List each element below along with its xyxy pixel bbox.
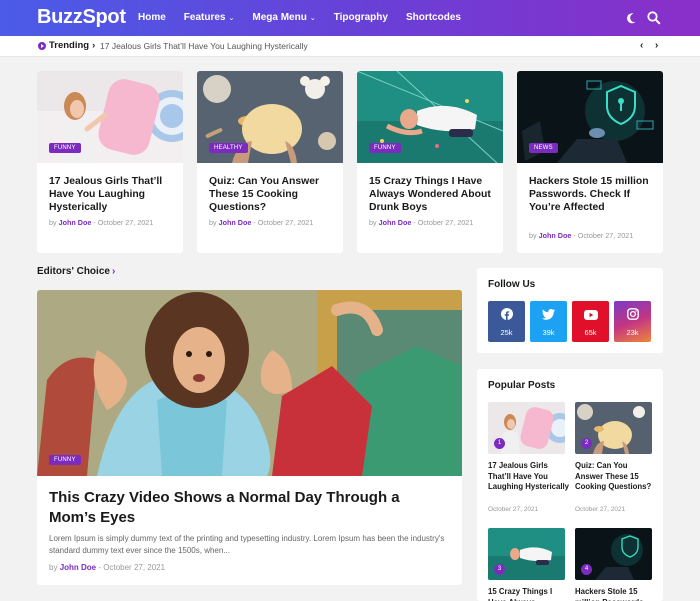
post-thumbnail[interactable]: FUNNY bbox=[37, 71, 183, 163]
post-title[interactable]: 17 Jealous Girls That’ll Have You Laughi… bbox=[49, 175, 175, 214]
nav-label: Tipography bbox=[333, 12, 388, 23]
twitter-icon bbox=[530, 307, 567, 325]
nav-label: Features bbox=[183, 12, 226, 23]
popular-post-thumbnail[interactable]: 3 bbox=[488, 528, 565, 580]
nav-home[interactable]: Home bbox=[138, 12, 166, 23]
nav-shortcodes[interactable]: Shortcodes bbox=[406, 12, 461, 23]
post-author[interactable]: John Doe bbox=[219, 218, 252, 227]
nav-tipography[interactable]: Tipography bbox=[334, 12, 388, 23]
post-excerpt: Lorem Ipsum is simply dummy text of the … bbox=[49, 534, 445, 555]
post-date: - October 27, 2021 bbox=[93, 218, 154, 227]
category-tag[interactable]: NEWS bbox=[529, 143, 558, 153]
popular-posts-widget: Popular Posts 1 17 Jealous Girls That’ll… bbox=[477, 369, 663, 601]
post-author[interactable]: John Doe bbox=[59, 218, 92, 227]
popular-post-thumbnail[interactable]: 1 bbox=[488, 402, 565, 454]
featured-post-card: NEWS Hackers Stole 15 million Passwords.… bbox=[517, 71, 663, 253]
rank-badge: 4 bbox=[581, 564, 592, 575]
widget-title: Popular Posts bbox=[488, 380, 556, 391]
youtube-icon bbox=[572, 307, 609, 325]
follower-count: 25k bbox=[500, 328, 513, 337]
nav-label: Shortcodes bbox=[405, 12, 461, 23]
nav-features[interactable]: Features ⌄ bbox=[184, 12, 235, 23]
trending-label: Trending › bbox=[38, 40, 95, 51]
trending-bar: Trending › 17 Jealous Girls That’ll Have… bbox=[0, 36, 700, 57]
instagram-icon bbox=[614, 307, 651, 325]
site-header: BuzzSpot Home Features ⌄ Mega Menu ⌄ Tipog… bbox=[0, 0, 700, 36]
trending-icon bbox=[38, 41, 46, 50]
facebook-icon bbox=[488, 307, 525, 325]
category-tag[interactable]: FUNNY bbox=[49, 455, 81, 465]
post-title[interactable]: Quiz: Can You Answer These 15 Cooking Qu… bbox=[209, 175, 335, 214]
trending-headline[interactable]: 17 Jealous Girls That’ll Have You Laughi… bbox=[100, 41, 308, 51]
post-meta: by John Doe - October 27, 2021 bbox=[49, 218, 153, 227]
category-tag[interactable]: FUNNY bbox=[369, 143, 401, 153]
post-meta: by John Doe - October 27, 2021 bbox=[49, 563, 165, 572]
rank-badge: 1 bbox=[494, 438, 505, 449]
instagram-button[interactable]: 23k bbox=[614, 301, 651, 342]
chevron-down-icon: ⌄ bbox=[309, 14, 316, 22]
youtube-button[interactable]: 65k bbox=[572, 301, 609, 342]
chevron-right-icon: › bbox=[92, 40, 96, 51]
widget-title: Follow Us bbox=[488, 279, 536, 290]
post-title[interactable]: Hackers Stole 15 million Passwords. Chec… bbox=[529, 175, 655, 214]
popular-post-title[interactable]: 17 Jealous Girls That’ll Have You Laughi… bbox=[488, 461, 570, 493]
featured-post-card: HEALTHY Quiz: Can You Answer These 15 Co… bbox=[197, 71, 343, 253]
post-author[interactable]: John Doe bbox=[379, 218, 412, 227]
nav-label: Home bbox=[138, 12, 166, 23]
trending-next-button[interactable]: › bbox=[655, 40, 658, 51]
post-author[interactable]: John Doe bbox=[60, 563, 96, 572]
popular-post-title[interactable]: Quiz: Can You Answer These 15 Cooking Qu… bbox=[575, 461, 657, 493]
featured-post-card: FUNNY 15 Crazy Things I Have Always Wond… bbox=[357, 71, 503, 253]
chevron-down-icon: ⌄ bbox=[228, 14, 235, 22]
post-date: - October 27, 2021 bbox=[573, 231, 634, 240]
editors-choice-card: FUNNY This Crazy Video Shows a Normal Da… bbox=[37, 290, 462, 585]
trending-label-text: Trending bbox=[49, 40, 90, 51]
meta-by: by bbox=[209, 218, 217, 227]
post-title[interactable]: 15 Crazy Things I Have Always Wondered A… bbox=[369, 175, 495, 214]
post-meta: by John Doe - October 27, 2021 bbox=[369, 218, 473, 227]
post-date: - October 27, 2021 bbox=[253, 218, 314, 227]
post-thumbnail[interactable]: NEWS bbox=[517, 71, 663, 163]
twitter-button[interactable]: 39k bbox=[530, 301, 567, 342]
trending-prev-button[interactable]: ‹ bbox=[640, 40, 643, 51]
post-date: - October 27, 2021 bbox=[98, 563, 166, 572]
post-thumbnail[interactable]: FUNNY bbox=[357, 71, 503, 163]
post-meta: by John Doe - October 27, 2021 bbox=[209, 218, 313, 227]
popular-post-title[interactable]: Hackers Stole 15 million Passwords bbox=[575, 587, 657, 601]
meta-by: by bbox=[49, 218, 57, 227]
popular-post-date: October 27, 2021 bbox=[488, 506, 539, 513]
follower-count: 23k bbox=[626, 328, 639, 337]
popular-post-thumbnail[interactable]: 4 bbox=[575, 528, 652, 580]
chevron-right-icon: › bbox=[111, 266, 116, 277]
follower-count: 65k bbox=[584, 328, 597, 337]
meta-by: by bbox=[369, 218, 377, 227]
rank-badge: 3 bbox=[494, 564, 505, 575]
follower-count: 39k bbox=[542, 328, 555, 337]
rank-badge: 2 bbox=[581, 438, 592, 449]
post-date: - October 27, 2021 bbox=[413, 218, 474, 227]
nav-label: Mega Menu bbox=[252, 12, 307, 23]
post-title[interactable]: This Crazy Video Shows a Normal Day Thro… bbox=[49, 488, 449, 528]
meta-by: by bbox=[49, 563, 58, 572]
section-title-text: Editors' Choice bbox=[37, 266, 110, 277]
popular-post-thumbnail[interactable]: 2 bbox=[575, 402, 652, 454]
follow-us-widget: Follow Us 25k 39k 65k 23k bbox=[477, 268, 663, 353]
search-icon[interactable] bbox=[646, 10, 662, 26]
popular-post-title[interactable]: 15 Crazy Things I Have Always Wondered A… bbox=[488, 587, 570, 601]
theme-toggle-icon[interactable] bbox=[623, 10, 639, 26]
facebook-button[interactable]: 25k bbox=[488, 301, 525, 342]
editors-choice-heading[interactable]: Editors' Choice › bbox=[37, 266, 115, 277]
post-thumbnail[interactable]: HEALTHY bbox=[197, 71, 343, 163]
post-thumbnail[interactable]: FUNNY bbox=[37, 290, 462, 476]
meta-by: by bbox=[529, 231, 537, 240]
category-tag[interactable]: HEALTHY bbox=[209, 143, 248, 153]
site-logo[interactable]: BuzzSpot bbox=[37, 6, 126, 29]
nav-mega-menu[interactable]: Mega Menu ⌄ bbox=[252, 12, 315, 23]
post-meta: by John Doe - October 27, 2021 bbox=[529, 231, 633, 240]
category-tag[interactable]: FUNNY bbox=[49, 143, 81, 153]
popular-post-date: October 27, 2021 bbox=[575, 506, 626, 513]
featured-post-card: FUNNY 17 Jealous Girls That’ll Have You … bbox=[37, 71, 183, 253]
main-nav: Home Features ⌄ Mega Menu ⌄ Tipography Sho… bbox=[138, 12, 479, 23]
post-author[interactable]: John Doe bbox=[539, 231, 572, 240]
